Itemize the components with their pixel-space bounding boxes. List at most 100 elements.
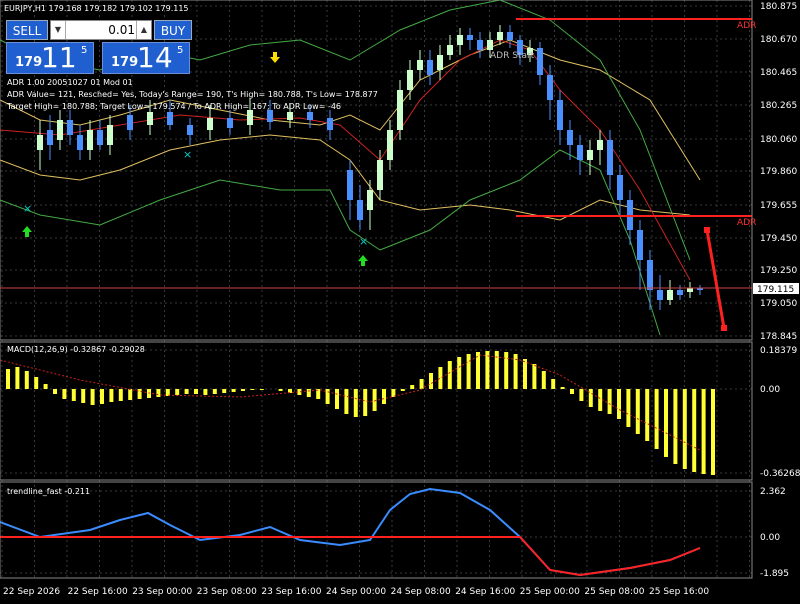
candle-body xyxy=(607,140,613,175)
price-tick-label: 179.860 xyxy=(760,167,797,177)
macd-bar xyxy=(682,389,687,469)
candle-body xyxy=(267,110,273,122)
buy-price-main: 14 xyxy=(137,41,173,74)
lot-size-input[interactable] xyxy=(67,22,135,38)
macd-bar xyxy=(147,389,151,398)
buy-button[interactable]: BUY xyxy=(154,20,192,40)
adr-info-line2: ADR Value= 121, Resched= Yes, Today's Ra… xyxy=(7,90,378,99)
macd-bar xyxy=(212,389,217,394)
candle-body xyxy=(487,40,493,50)
time-tick-label: 25 Sep 08:00 xyxy=(584,587,644,597)
candle-body xyxy=(657,290,663,300)
macd-bar xyxy=(344,389,349,414)
macd-bar xyxy=(325,389,330,404)
candle-body xyxy=(577,145,583,160)
macd-bar xyxy=(692,389,697,472)
macd-bar xyxy=(447,361,452,389)
price-tick-label: 179.655 xyxy=(760,201,797,211)
macd-bar xyxy=(372,389,377,411)
lot-increase-icon[interactable]: ▲ xyxy=(136,21,151,39)
adr-high-tag: ADR xyxy=(737,21,757,31)
candle-body xyxy=(667,290,673,300)
candle-body xyxy=(57,120,63,140)
macd-bar xyxy=(128,389,133,400)
macd-bar xyxy=(664,389,668,457)
outer-band-lower xyxy=(0,149,661,336)
lot-decrease-icon[interactable]: ▼ xyxy=(51,21,66,39)
macd-tick-label: -0.36268 xyxy=(760,469,800,479)
macd-bar xyxy=(654,389,659,449)
sell-price-main: 11 xyxy=(41,41,77,74)
candle-body xyxy=(327,118,333,130)
candle-body xyxy=(357,200,363,220)
macd-bar xyxy=(278,389,283,391)
macd-histogram xyxy=(0,351,715,475)
candle-body xyxy=(127,115,133,130)
macd-bar xyxy=(523,359,527,389)
macd-bar xyxy=(570,389,574,394)
candle-body xyxy=(287,112,293,120)
macd-bar xyxy=(118,389,123,401)
candle-body xyxy=(37,135,43,150)
time-tick-label: 23 Sep 16:00 xyxy=(261,587,321,597)
candle-body xyxy=(497,32,503,40)
symbol-caption: EURJPY,H1 179.168 179.182 179.102 179.11… xyxy=(4,4,189,13)
macd-bar xyxy=(259,389,264,390)
macd-tick-label: 0.00 xyxy=(760,385,780,395)
sell-button[interactable]: SELL xyxy=(6,20,48,40)
time-tick-label: 23 Sep 08:00 xyxy=(197,587,257,597)
price-tick-label: 180.265 xyxy=(760,101,797,111)
macd-bar xyxy=(504,352,509,389)
cross-marker-icon: × xyxy=(23,202,32,215)
candle-body xyxy=(687,288,693,292)
candle-body xyxy=(407,70,413,90)
candle-body xyxy=(397,90,403,130)
candle-body xyxy=(597,140,603,150)
macd-bar xyxy=(410,385,415,389)
candle-body xyxy=(227,118,233,128)
current-price-label: 179.115 xyxy=(757,285,794,295)
macd-bar xyxy=(109,389,114,402)
candle-body xyxy=(457,35,463,45)
macd-bar xyxy=(541,371,546,389)
time-tick-label: 24 Sep 00:00 xyxy=(326,587,386,597)
macd-bar xyxy=(15,367,20,389)
trend-tick-label: -1.895 xyxy=(760,569,789,579)
macd-bar xyxy=(241,389,245,391)
macd-bar xyxy=(626,389,631,427)
macd-bar xyxy=(532,364,537,389)
candle-body xyxy=(167,112,173,125)
candle-body xyxy=(307,112,313,120)
adr-info-line1: ADR 1.00 20051027 01 Mod 01 xyxy=(7,78,133,87)
price-tick-label: 180.875 xyxy=(760,2,797,12)
candle-body xyxy=(97,130,103,145)
macd-bar xyxy=(645,389,650,441)
sell-price-box[interactable]: 179 11 5 xyxy=(6,41,94,74)
mid-band-lower xyxy=(0,134,691,221)
trendline-title: trendline_fast -0.211 xyxy=(7,487,91,496)
projection-line xyxy=(705,229,726,329)
candle-body xyxy=(467,35,473,40)
macd-bar xyxy=(617,389,621,419)
candle-body xyxy=(417,60,423,70)
price-tick-label: 179.450 xyxy=(760,234,797,244)
macd-bar xyxy=(335,389,339,409)
candle-body xyxy=(557,100,563,130)
candle-body xyxy=(347,170,353,200)
macd-bar xyxy=(485,351,490,389)
candle-body xyxy=(437,55,443,70)
projection-point-start xyxy=(704,227,710,233)
candle-body xyxy=(617,175,623,200)
candle-body xyxy=(147,112,153,125)
candle-body xyxy=(507,32,513,40)
candle-body xyxy=(47,130,53,145)
macd-bar xyxy=(701,389,706,474)
buy-price-box[interactable]: 179 14 5 xyxy=(102,41,190,74)
sell-price-prefix: 179 xyxy=(15,55,43,70)
price-tick-label: 178.845 xyxy=(760,332,797,342)
macd-bar xyxy=(184,389,189,394)
adr-low-tag: ADR xyxy=(737,218,757,228)
candle-body xyxy=(247,110,253,125)
macd-bar xyxy=(175,389,180,395)
trend-tick-label: 2.362 xyxy=(760,487,786,497)
